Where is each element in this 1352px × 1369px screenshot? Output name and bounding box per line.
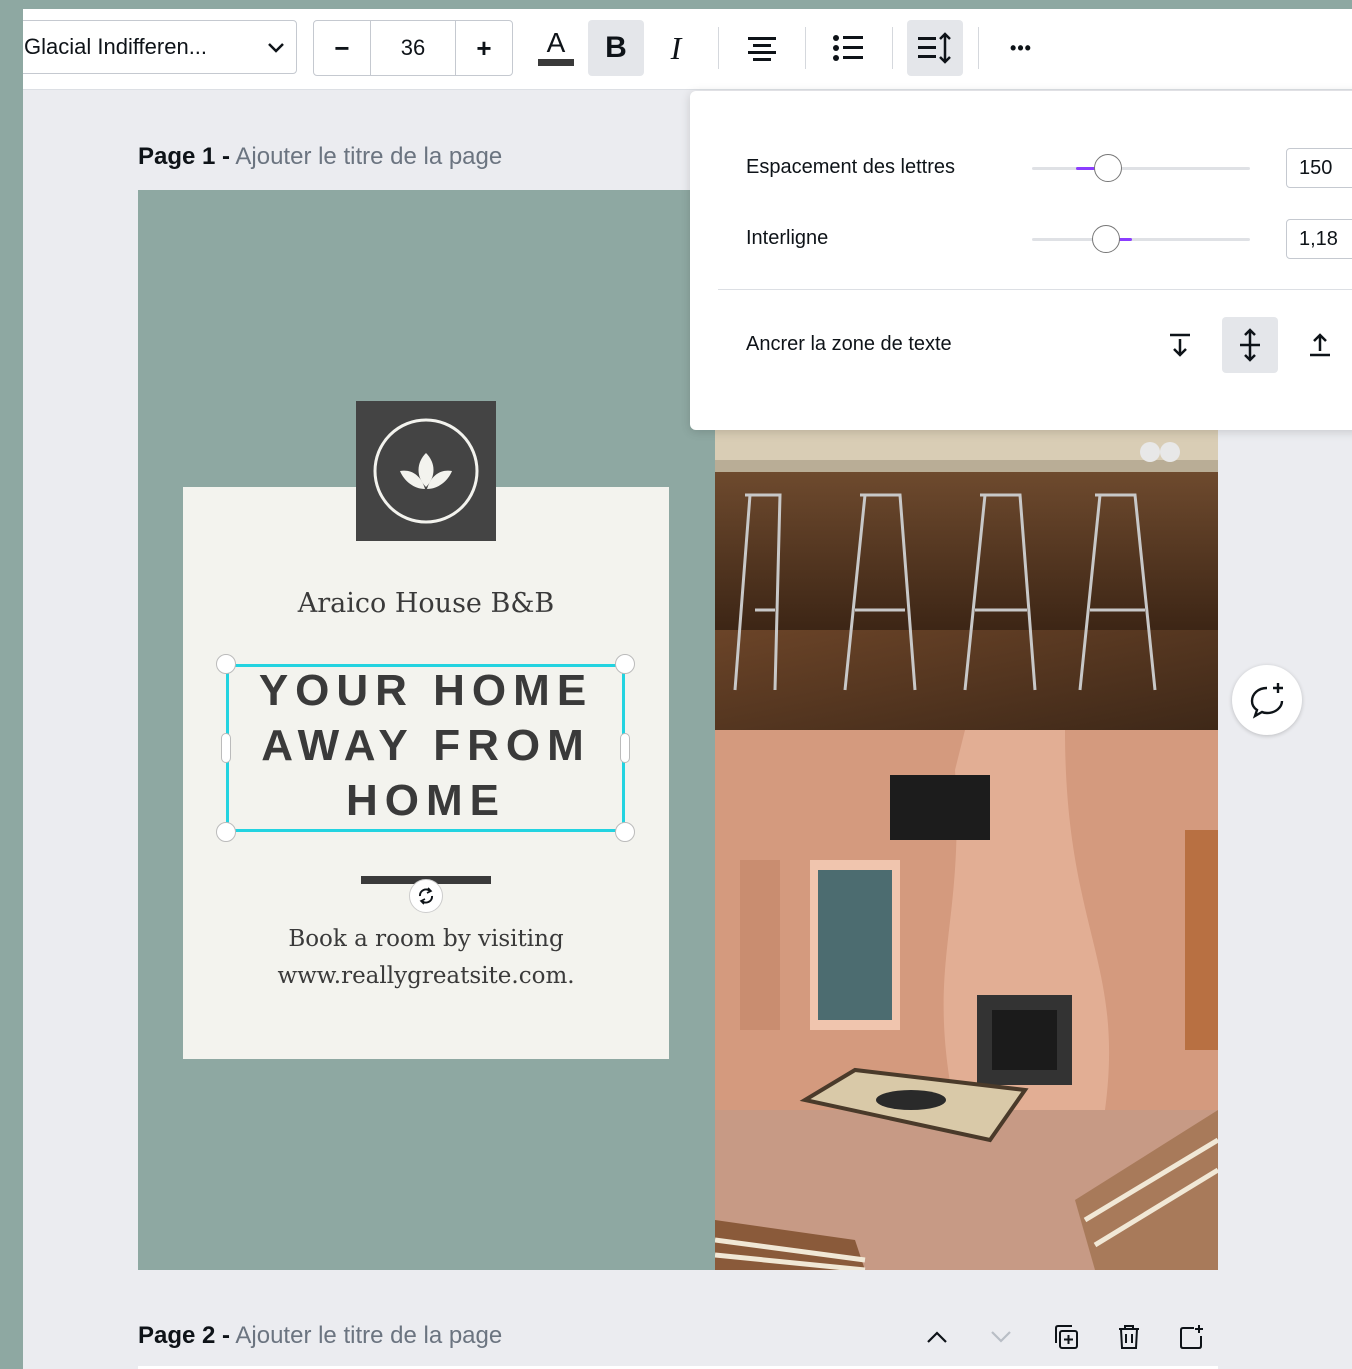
booking-line: Book a room by visiting [288,926,564,952]
logo[interactable] [356,401,496,541]
living-room-photo-image [715,730,1218,1270]
line-height-slider[interactable] [1032,225,1250,253]
page-2-title[interactable]: Page 2 - Ajouter le titre de la page [138,1322,502,1350]
toolbar-divider [718,27,719,69]
rotate-handle[interactable] [409,879,443,913]
spacing-button[interactable] [907,20,963,76]
move-page-down-button[interactable] [985,1321,1017,1353]
page-1-title[interactable]: Page 1 - Ajouter le titre de la page [138,143,502,171]
anchor-label: Ancrer la zone de texte [746,333,952,355]
page-2-title-placeholder[interactable]: Ajouter le titre de la page [235,1322,502,1349]
duplicate-page-button[interactable] [1050,1321,1082,1353]
align-center-button[interactable] [734,20,790,76]
line-height-slider-thumb[interactable] [1092,225,1120,253]
add-comment-button[interactable] [1232,665,1302,735]
bold-button[interactable]: B [588,20,644,76]
add-page-button[interactable] [1176,1321,1208,1353]
living-room-photo[interactable] [715,730,1218,1270]
brand-name[interactable]: Araico House B&B [183,588,669,619]
text-color-button[interactable]: A [528,20,584,76]
italic-button[interactable]: I [648,20,704,76]
more-options-button[interactable]: ••• [993,20,1049,76]
anchor-middle-button[interactable] [1222,317,1278,373]
rotate-icon [419,887,433,905]
font-family-label: Glacial Indifferen... [24,34,208,59]
editor-workspace: Glacial Indifferen... − 36 + A B I ••• P… [23,9,1352,1369]
anchor-bottom-icon [1310,333,1330,357]
resize-handle-top-right[interactable] [615,654,635,674]
text-color-icon: A [538,27,574,66]
resize-handle-bottom-right[interactable] [615,822,635,842]
line-height-label: Interligne [746,227,829,249]
line-spacing-icon [918,32,951,64]
page-1-label: Page 1 - [138,143,231,170]
letter-spacing-label: Espacement des lettres [746,156,955,178]
trash-icon [1119,1325,1139,1349]
text-toolbar: Glacial Indifferen... − 36 + A B I ••• [23,9,1352,90]
svg-text:A: A [547,27,566,58]
anchor-top-icon [1170,333,1190,357]
popover-divider [718,289,1352,290]
line-height-input[interactable]: 1,18 [1286,219,1352,259]
add-comment-icon [1250,683,1284,719]
font-size-stepper: − 36 + [313,20,513,76]
bullet-list-button[interactable] [820,20,876,76]
page-1-title-placeholder[interactable]: Ajouter le titre de la page [235,143,502,170]
booking-text[interactable]: Book a room by visiting www.reallygreats… [183,921,669,995]
booking-url: www.reallygreatsite.com. [277,963,575,989]
leaf-logo-icon [373,418,479,524]
chevron-up-icon [927,1331,947,1343]
resize-handle-bottom-left[interactable] [216,822,236,842]
anchor-top-button[interactable] [1152,317,1208,373]
move-page-up-button[interactable] [921,1321,953,1353]
selection-frame [226,664,625,832]
letter-spacing-slider-thumb[interactable] [1094,154,1122,182]
anchor-middle-icon [1240,328,1260,362]
delete-page-button[interactable] [1113,1321,1145,1353]
toolbar-divider [805,27,806,69]
page-2-label: Page 2 - [138,1322,231,1349]
letter-spacing-input[interactable]: 150 [1286,148,1352,188]
increase-font-size-button[interactable]: + [456,21,512,75]
resize-handle-top-left[interactable] [216,654,236,674]
font-family-dropdown[interactable]: Glacial Indifferen... [23,20,297,74]
add-page-icon [1180,1325,1203,1349]
resize-handle-right[interactable] [620,733,630,763]
spacing-popover: Espacement des lettres 150 Interligne 1,… [690,91,1352,430]
letter-spacing-slider[interactable] [1032,154,1250,182]
chevron-down-icon [991,1331,1011,1343]
toolbar-divider [892,27,893,69]
decrease-font-size-button[interactable]: − [314,21,370,75]
font-size-input[interactable]: 36 [370,21,456,75]
resize-handle-left[interactable] [221,733,231,763]
chevron-down-icon [256,34,296,60]
duplicate-page-icon [1055,1325,1078,1349]
align-center-icon [748,37,776,61]
toolbar-divider [978,27,979,69]
bullet-list-icon [833,35,863,61]
anchor-bottom-button[interactable] [1292,317,1348,373]
